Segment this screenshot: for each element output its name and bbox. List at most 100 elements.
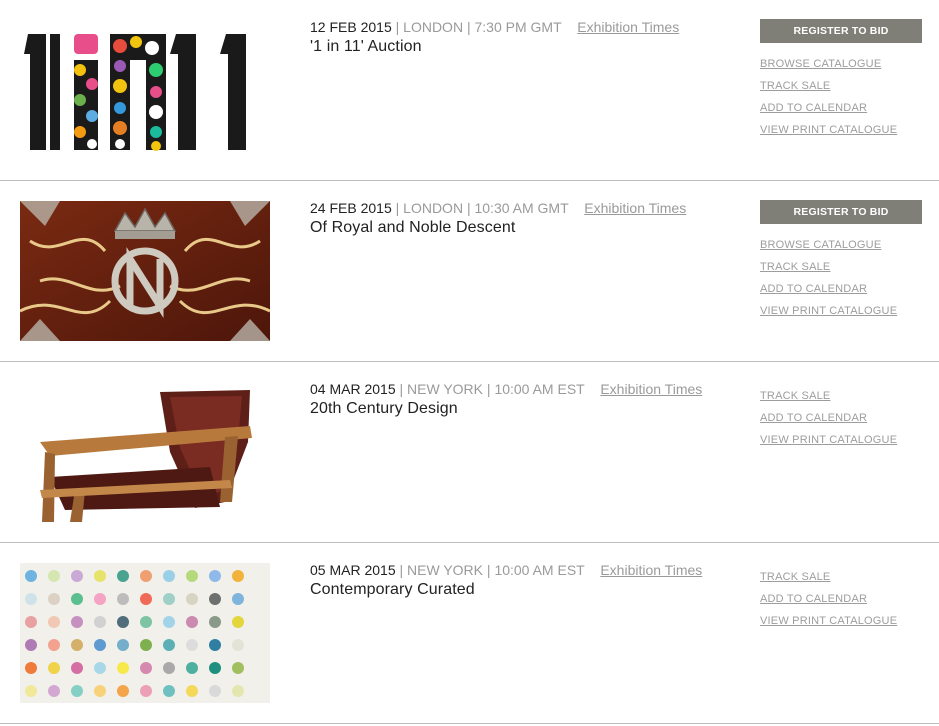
exhibition-times-link[interactable]: Exhibition Times [584,200,686,216]
paint-spot [48,616,60,628]
paint-spot [232,570,244,582]
paint-spot [48,639,60,651]
add-to-calendar-link[interactable]: ADD TO CALENDAR [760,407,922,429]
paint-spot [25,662,37,674]
paint-spot [94,639,106,651]
auction-details: 24 FEB 2015 | LONDON | 10:30 AM GMT Exhi… [310,200,687,216]
paint-spot [140,616,152,628]
paint-spot [117,662,129,674]
auction-row: 04 MAR 2015 | NEW YORK | 10:00 AM EST Ex… [0,362,939,543]
paint-spot [209,593,221,605]
paint-spot [117,593,129,605]
auction-actions: REGISTER TO BID BROWSE CATALOGUE TRACK S… [760,200,922,322]
view-print-catalogue-link[interactable]: VIEW PRINT CATALOGUE [760,429,922,451]
paint-spot [94,593,106,605]
auction-date: 04 MAR 2015 [310,381,396,397]
register-to-bid-button[interactable]: REGISTER TO BID [760,19,922,43]
paint-spot [232,616,244,628]
auction-time: 7:30 PM GMT [474,19,562,35]
add-to-calendar-link[interactable]: ADD TO CALENDAR [760,588,922,610]
track-sale-link[interactable]: TRACK SALE [760,566,922,588]
auction-list: 12 FEB 2015 | LONDON | 7:30 PM GMT Exhib… [0,0,939,724]
paint-spot [186,685,198,697]
paint-spot [140,662,152,674]
auction-info: 12 FEB 2015 | LONDON | 7:30 PM GMT Exhib… [310,19,730,56]
paint-spot [94,662,106,674]
paint-spot [163,662,175,674]
auction-actions: TRACK SALE ADD TO CALENDAR VIEW PRINT CA… [760,566,922,632]
paint-spot [94,616,106,628]
paint-spot [209,639,221,651]
auction-title[interactable]: '1 in 11' Auction [310,38,730,56]
auction-row: 05 MAR 2015 | NEW YORK | 10:00 AM EST Ex… [0,543,939,724]
auction-thumbnail-royal[interactable] [20,201,270,341]
paint-spot [94,685,106,697]
auction-details: 05 MAR 2015 | NEW YORK | 10:00 AM EST Ex… [310,562,703,578]
paint-spot [25,639,37,651]
auction-location: LONDON [403,19,464,35]
exhibition-times-link[interactable]: Exhibition Times [577,19,679,35]
paint-spot [117,616,129,628]
paint-spot [163,639,175,651]
paint-spot [163,593,175,605]
auction-date: 05 MAR 2015 [310,562,396,578]
paint-spot [186,593,198,605]
auction-location: NEW YORK [407,562,484,578]
auction-title[interactable]: Contemporary Curated [310,581,730,599]
paint-spot [186,570,198,582]
auction-location: NEW YORK [407,381,484,397]
auction-row: 12 FEB 2015 | LONDON | 7:30 PM GMT Exhib… [0,0,939,181]
add-to-calendar-link[interactable]: ADD TO CALENDAR [760,278,922,300]
auction-info: 04 MAR 2015 | NEW YORK | 10:00 AM EST Ex… [310,381,730,418]
paint-spot [186,662,198,674]
paint-spot [163,685,175,697]
browse-catalogue-link[interactable]: BROWSE CATALOGUE [760,234,922,256]
auction-info: 24 FEB 2015 | LONDON | 10:30 AM GMT Exhi… [310,200,730,237]
paint-spot [25,593,37,605]
view-print-catalogue-link[interactable]: VIEW PRINT CATALOGUE [760,300,922,322]
track-sale-link[interactable]: TRACK SALE [760,256,922,278]
paint-spot [232,685,244,697]
paint-spot [71,616,83,628]
auction-thumbnail-1in11[interactable] [20,20,270,160]
exhibition-times-link[interactable]: Exhibition Times [600,381,702,397]
paint-spot [209,685,221,697]
auction-thumbnail-dots[interactable] [20,563,270,703]
paint-spot [209,662,221,674]
paint-spot [48,570,60,582]
track-sale-link[interactable]: TRACK SALE [760,385,922,407]
paint-spot [48,593,60,605]
auction-title[interactable]: Of Royal and Noble Descent [310,219,730,237]
auction-title[interactable]: 20th Century Design [310,400,730,418]
browse-catalogue-link[interactable]: BROWSE CATALOGUE [760,53,922,75]
auction-time: 10:00 AM EST [494,562,585,578]
paint-spot [71,639,83,651]
paint-spot [25,616,37,628]
view-print-catalogue-link[interactable]: VIEW PRINT CATALOGUE [760,610,922,632]
auction-thumbnail-chair[interactable] [20,382,270,522]
paint-spot [117,570,129,582]
paint-spot [232,593,244,605]
auction-details: 04 MAR 2015 | NEW YORK | 10:00 AM EST Ex… [310,381,703,397]
track-sale-link[interactable]: TRACK SALE [760,75,922,97]
paint-spot [71,685,83,697]
paint-spot [71,662,83,674]
paint-spot [71,593,83,605]
paint-spot [71,570,83,582]
auction-actions: TRACK SALE ADD TO CALENDAR VIEW PRINT CA… [760,385,922,451]
view-print-catalogue-link[interactable]: VIEW PRINT CATALOGUE [760,119,922,141]
paint-spot [209,570,221,582]
paint-spot [48,662,60,674]
add-to-calendar-link[interactable]: ADD TO CALENDAR [760,97,922,119]
exhibition-times-link[interactable]: Exhibition Times [600,562,702,578]
paint-spot [209,616,221,628]
paint-spot [94,570,106,582]
auction-date: 12 FEB 2015 [310,19,392,35]
paint-spot [163,616,175,628]
register-to-bid-button[interactable]: REGISTER TO BID [760,200,922,224]
paint-spot [140,570,152,582]
paint-spot [140,639,152,651]
paint-spot [25,685,37,697]
auction-info: 05 MAR 2015 | NEW YORK | 10:00 AM EST Ex… [310,562,730,599]
paint-spot [232,662,244,674]
